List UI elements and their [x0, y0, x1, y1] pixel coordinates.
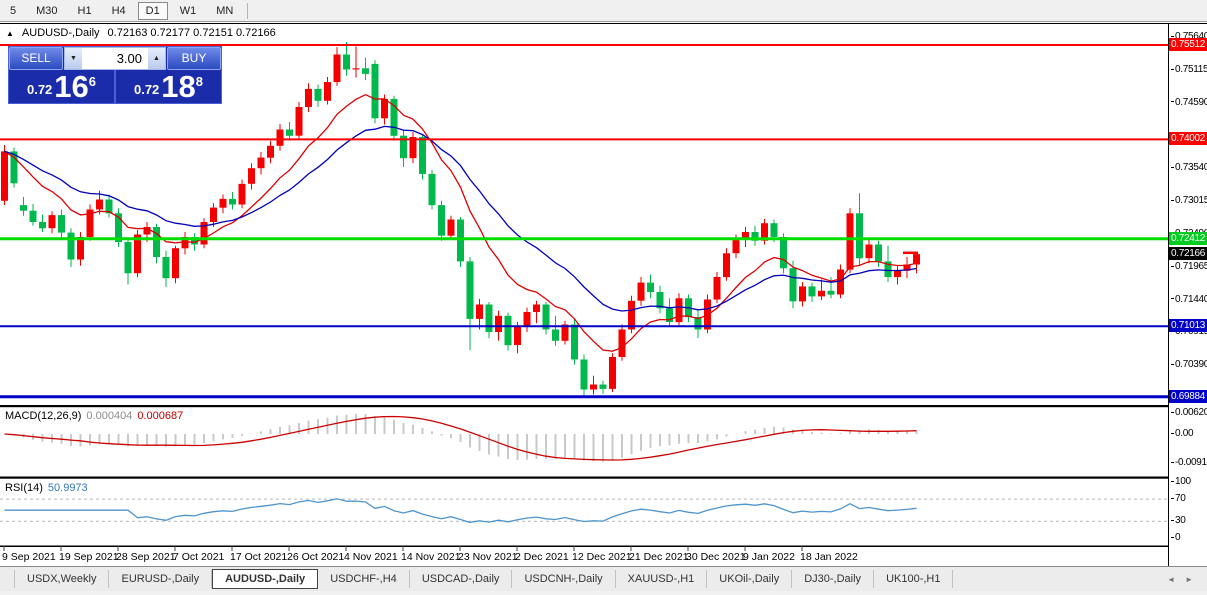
sell-price-sup: 6 — [88, 74, 97, 89]
svg-text:28 Sep 2021: 28 Sep 2021 — [116, 551, 176, 563]
svg-text:30 Dec 2021: 30 Dec 2021 — [686, 551, 746, 563]
status-strip — [0, 591, 1207, 595]
symbol-tabbar: USDX,Weekly EURUSD-,Daily AUDUSD-,Daily USD… — [0, 566, 1207, 591]
price-badge: 0.72412 — [1169, 231, 1207, 245]
buy-price-sup: 8 — [195, 74, 204, 89]
svg-text:4 Nov 2021: 4 Nov 2021 — [344, 551, 398, 563]
tabs-scroll-right-icon[interactable]: ► — [1185, 575, 1193, 584]
rsi-name: RSI(14) — [5, 482, 43, 494]
ohlc-readout: 0.72163 0.72177 0.72151 0.72166 — [107, 27, 276, 39]
rsi-indicator-label: RSI(14) 50.9973 — [5, 482, 88, 494]
toolbar-separator — [247, 2, 249, 19]
sell-price-prefix: 0.72 — [26, 82, 53, 97]
price-tick: 0.70390 — [1171, 359, 1207, 370]
tab-usdx-weekly[interactable]: USDX,Weekly — [14, 570, 110, 588]
price-tick: 0.75115 — [1171, 64, 1207, 75]
rsi-axis-tick: 100 — [1171, 476, 1191, 487]
timeframe-5[interactable]: 5 — [2, 3, 24, 19]
macd-name: MACD(12,26,9) — [5, 410, 82, 422]
price-badge: 0.71013 — [1169, 319, 1207, 333]
trading-platform-window: 5 M30 H1 H4 D1 W1 MN 9 Sep 2021 19 Sep 2021 28 S… — [0, 0, 1207, 595]
price-tick: 0.73540 — [1171, 162, 1207, 173]
price-axis[interactable]: 0.756400.751150.745900.735400.730150.724… — [1168, 24, 1207, 567]
rsi-axis-tick: 30 — [1171, 515, 1186, 526]
svg-text:19 Sep 2021: 19 Sep 2021 — [59, 551, 119, 563]
volume-stepper: ▼ ▲ — [64, 47, 166, 70]
sell-price-big: 16 — [54, 69, 89, 104]
timeframe-mn[interactable]: MN — [208, 3, 241, 19]
buy-price-big: 18 — [161, 69, 196, 104]
macd-axis-tick: 0.00 — [1171, 428, 1194, 439]
tab-dj30-daily[interactable]: DJ30-,Daily — [792, 570, 875, 588]
svg-text:14 Nov 2021: 14 Nov 2021 — [401, 551, 461, 563]
timeframe-toolbar: 5 M30 H1 H4 D1 W1 MN — [0, 0, 1207, 22]
price-tick: 0.74590 — [1171, 97, 1207, 108]
svg-text:12 Dec 2021: 12 Dec 2021 — [572, 551, 632, 563]
price-tick: 0.71440 — [1171, 294, 1207, 305]
collapse-arrow-icon[interactable]: ▲ — [6, 29, 14, 38]
buy-button[interactable]: BUY — [167, 47, 221, 70]
buy-price[interactable]: 0.72 18 8 — [116, 70, 221, 103]
timeframe-h4[interactable]: H4 — [104, 3, 134, 19]
sell-button[interactable]: SELL — [9, 47, 63, 70]
chart-header: ▲ AUDUSD-,Daily 0.72163 0.72177 0.72151 … — [6, 27, 276, 39]
price-badge: 0.72166 — [1169, 247, 1207, 261]
svg-text:21 Dec 2021: 21 Dec 2021 — [629, 551, 689, 563]
tabs-scroll-left-icon[interactable]: ◄ — [1167, 575, 1175, 584]
symbol-title: AUDUSD-,Daily — [21, 27, 100, 39]
macd-axis-tick: -0.009197 — [1171, 457, 1207, 468]
timeframe-w1[interactable]: W1 — [172, 3, 205, 19]
timeframe-m30[interactable]: M30 — [28, 3, 65, 19]
macd-value-main: 0.000404 — [86, 410, 133, 422]
rsi-axis-tick: 0 — [1171, 532, 1181, 543]
rsi-value: 50.9973 — [47, 482, 88, 494]
price-tick: 0.73015 — [1171, 195, 1207, 206]
timeframe-h1[interactable]: H1 — [70, 3, 100, 19]
svg-text:18 Jan 2022: 18 Jan 2022 — [800, 551, 858, 563]
sell-price[interactable]: 0.72 16 6 — [9, 70, 116, 103]
tab-audusd-daily[interactable]: AUDUSD-,Daily — [212, 569, 319, 589]
price-badge: 0.75512 — [1169, 38, 1207, 51]
price-tick: 0.71965 — [1171, 261, 1207, 272]
tab-eurusd-daily[interactable]: EURUSD-,Daily — [109, 570, 213, 588]
volume-increase-icon[interactable]: ▲ — [148, 48, 165, 69]
volume-input[interactable] — [82, 48, 148, 69]
svg-text:9 Sep 2021: 9 Sep 2021 — [2, 551, 56, 563]
tab-usdchf-h4[interactable]: USDCHF-,H4 — [318, 570, 410, 588]
price-badge: 0.74002 — [1169, 132, 1207, 146]
tab-usdcnh-daily[interactable]: USDCNH-,Daily — [512, 570, 616, 588]
svg-text:2 Dec 2021: 2 Dec 2021 — [515, 551, 569, 563]
tab-ukoil-daily[interactable]: UKOil-,Daily — [707, 570, 793, 588]
svg-text:23 Nov 2021: 23 Nov 2021 — [458, 551, 518, 563]
chart-window: 9 Sep 2021 19 Sep 2021 28 Sep 2021 7 Oct 20… — [0, 23, 1207, 567]
macd-axis-tick: 0.006201 — [1171, 407, 1207, 418]
volume-decrease-icon[interactable]: ▼ — [65, 48, 82, 69]
buy-price-prefix: 0.72 — [133, 82, 160, 97]
svg-text:9 Jan 2022: 9 Jan 2022 — [743, 551, 795, 563]
tab-xauusd-h1[interactable]: XAUUSD-,H1 — [616, 570, 708, 588]
one-click-trade-panel: SELL ▼ ▲ BUY 0.72 16 6 0.72 18 8 — [8, 46, 222, 104]
tab-uk100-h1[interactable]: UK100-,H1 — [874, 570, 954, 588]
rsi-axis-tick: 70 — [1171, 493, 1186, 504]
price-badge: 0.69884 — [1169, 389, 1207, 403]
svg-text:7 Oct 2021: 7 Oct 2021 — [173, 551, 225, 563]
svg-text:26 Oct 2021: 26 Oct 2021 — [287, 551, 344, 563]
svg-text:17 Oct 2021: 17 Oct 2021 — [230, 551, 287, 563]
macd-value-signal: 0.000687 — [137, 410, 184, 422]
macd-indicator-label: MACD(12,26,9) 0.000404 0.000687 — [5, 410, 183, 422]
timeframe-d1[interactable]: D1 — [137, 1, 168, 20]
tab-usdcad-daily[interactable]: USDCAD-,Daily — [410, 570, 513, 588]
price-chart[interactable]: 9 Sep 2021 19 Sep 202128 Sep 20217 Oct 20… — [0, 24, 1168, 567]
